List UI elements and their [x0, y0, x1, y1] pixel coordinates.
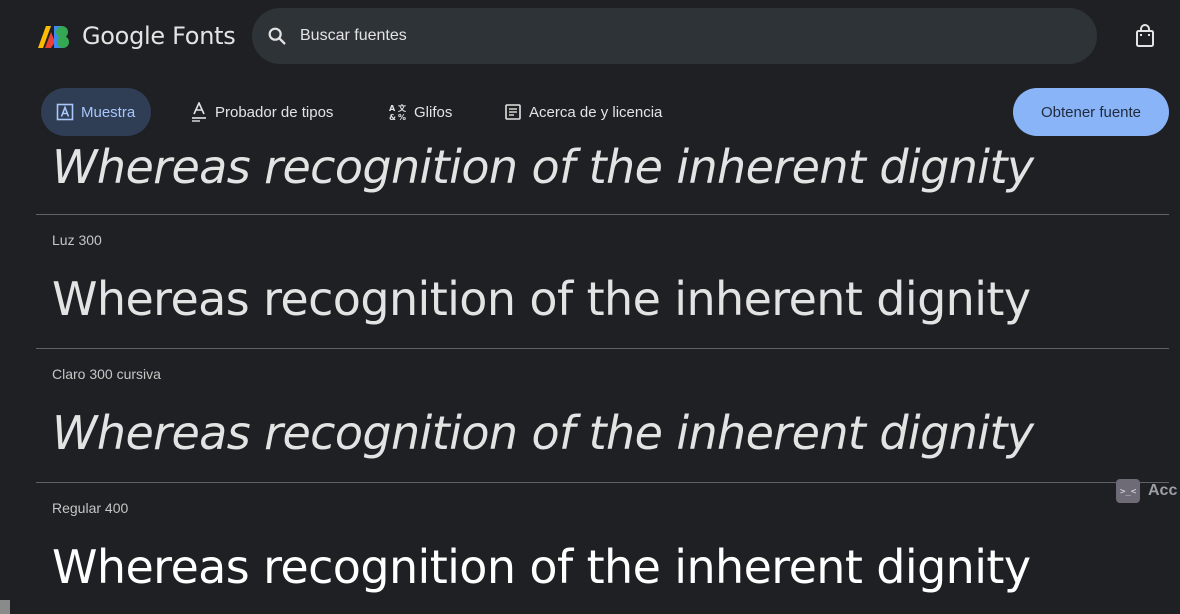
specimen-icon — [55, 102, 75, 122]
search-bar[interactable] — [252, 8, 1097, 64]
tab-glyphs[interactable]: A 文 & % Glifos — [374, 88, 468, 136]
tab-label: Muestra — [81, 103, 136, 121]
tab-specimen[interactable]: Muestra — [41, 88, 152, 136]
svg-text:%: % — [398, 113, 406, 121]
logo-text: Google Fonts — [82, 22, 236, 50]
shopping-bag-icon[interactable] — [1134, 24, 1156, 48]
specimen-divider — [36, 348, 1169, 349]
specimen-sample-regular[interactable]: Whereas recognition of the inherent dign… — [52, 540, 1031, 594]
specimen-divider — [36, 214, 1169, 215]
svg-text:文: 文 — [398, 103, 407, 113]
specimen-divider — [36, 482, 1169, 483]
svg-text:A: A — [389, 104, 396, 113]
specimen-sample-light-italic[interactable]: Whereas recognition of the inherent dign… — [52, 406, 1034, 460]
about-icon — [503, 102, 523, 122]
tab-about-license[interactable]: Acerca de y licencia — [489, 88, 678, 136]
specimen-style-label: Regular 400 — [52, 500, 129, 516]
tab-type-tester[interactable]: Probador de tipos — [175, 88, 349, 136]
tab-label: Probador de tipos — [215, 103, 334, 121]
glyphs-icon: A 文 & % — [388, 102, 408, 122]
specimen-sample-light[interactable]: Whereas recognition of the inherent dign… — [52, 272, 1031, 326]
svg-text:>_<: >_< — [1120, 487, 1137, 497]
overlay-app-icon: >_< — [1116, 479, 1140, 503]
tab-label: Acerca de y licencia — [529, 103, 663, 121]
specimen-style-label: Luz 300 — [52, 232, 102, 248]
specimen-style-label: Claro 300 cursiva — [52, 366, 161, 382]
type-tester-icon — [189, 102, 209, 122]
font-page-tabs: Muestra Probador de tipos A 文 & % Glifos — [0, 88, 1180, 136]
side-overlay[interactable]: >_< Acc — [1116, 479, 1177, 503]
overlay-label: Acc — [1148, 482, 1178, 499]
google-fonts-logo[interactable]: Google Fonts — [36, 22, 236, 50]
specimen-sample-thin-italic[interactable]: Whereas recognition of the inherent dign… — [52, 140, 1034, 194]
tab-label: Glifos — [414, 103, 453, 121]
search-input[interactable] — [300, 27, 1000, 45]
top-bar: Google Fonts — [0, 0, 1180, 72]
svg-text:&: & — [389, 113, 396, 121]
corner-handle — [0, 600, 10, 614]
google-fonts-logo-icon — [38, 26, 69, 48]
search-icon[interactable] — [266, 25, 288, 47]
get-font-button[interactable]: Obtener fuente — [1013, 88, 1169, 136]
